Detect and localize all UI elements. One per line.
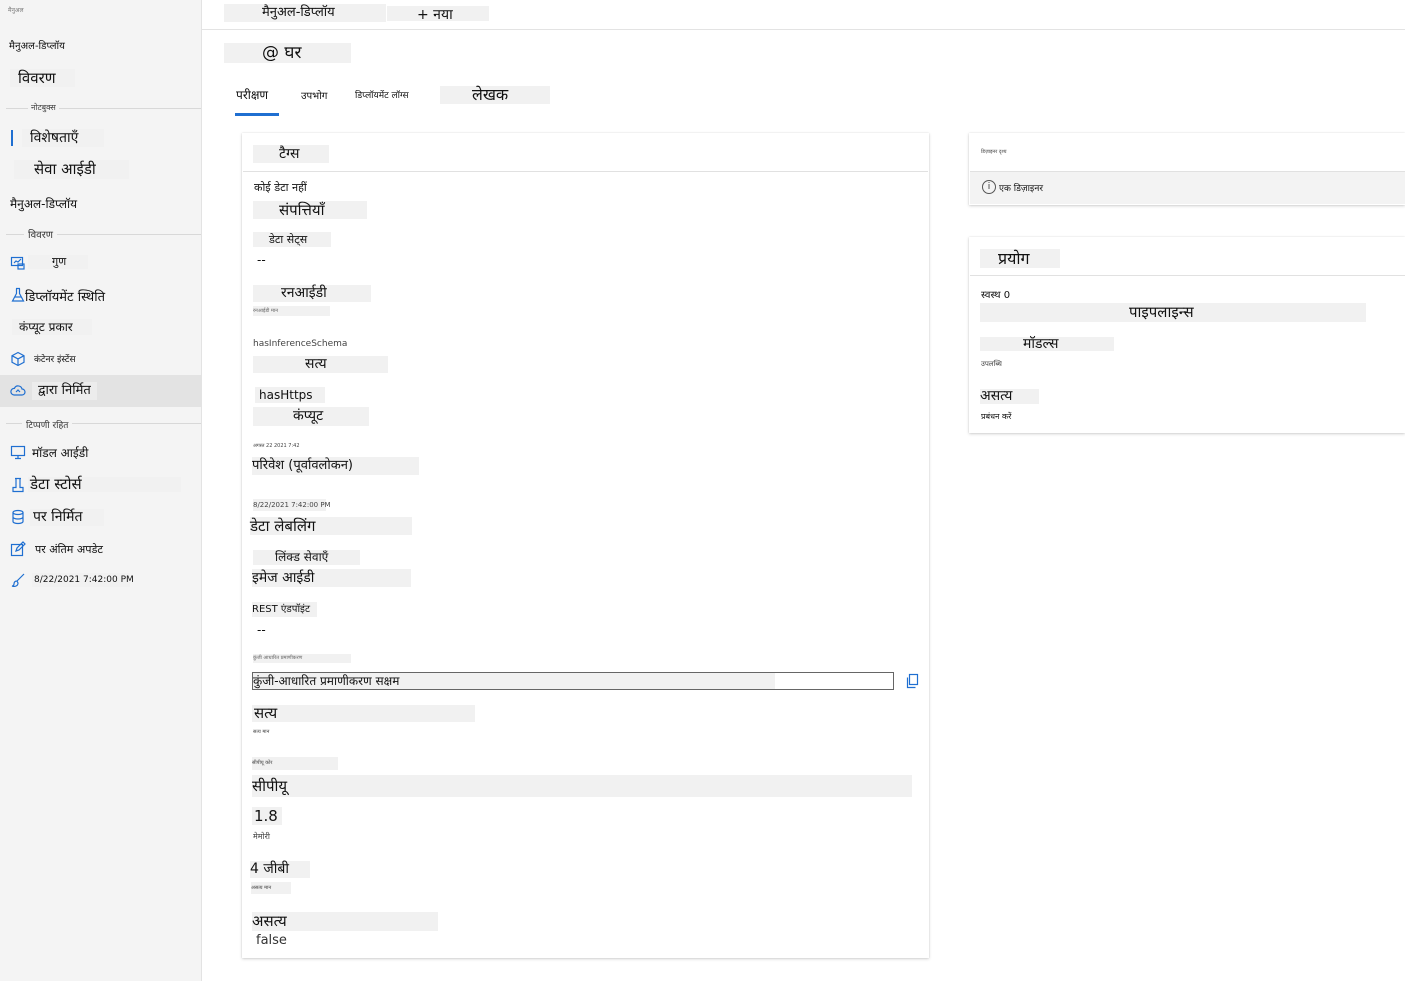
experiment-header: प्रयोग	[980, 249, 1060, 268]
info-icon: i	[982, 180, 996, 194]
datasets-label: डेटा सेट्स	[253, 232, 331, 247]
copy-icon[interactable]	[904, 673, 920, 689]
sidebar-item-created-on[interactable]: पर निर्मित	[30, 509, 104, 526]
sidebar-item-created-by[interactable]: द्वारा निर्मित	[32, 382, 97, 400]
tiny-true: सत्य मान	[253, 729, 270, 735]
card-divider	[243, 171, 928, 172]
runid-label: रनआईडी	[253, 285, 371, 302]
experiment-false-label: असत्य	[980, 389, 1039, 404]
tab-test[interactable]: परीक्षण	[236, 86, 268, 103]
properties-header: संपत्तियाँ	[253, 201, 367, 219]
new-button[interactable]: + नया	[387, 6, 489, 23]
tab-active-underline	[235, 113, 279, 116]
cpu-label: सीपीयू	[252, 775, 912, 797]
sidebar-item-data-stores[interactable]: डेटा स्टोर्स	[28, 477, 181, 492]
page-title: @ घर	[224, 43, 351, 63]
true-value: सत्य	[252, 705, 475, 722]
has-inference-value: सत्य	[253, 356, 388, 373]
experiment-divider	[970, 275, 1405, 276]
sidebar-item-last-update[interactable]: पर अंतिम अपडेट	[35, 542, 103, 557]
tab-deploy-logs[interactable]: डिप्लॉयमेंट लॉग्स	[355, 88, 409, 101]
cube-icon	[10, 351, 26, 367]
datasets-value: --	[257, 253, 266, 267]
sidebar-item-manual-deploy[interactable]: मैनुअल-डिप्लॉय	[10, 195, 77, 212]
edit-icon	[10, 541, 26, 557]
sidebar: मैनुअल मैनुअल-डिप्लॉय विवरण नोटबुक्स विश…	[0, 0, 202, 981]
compute-label: कंप्यूट	[253, 407, 369, 426]
sidebar-title: मैनुअल-डिप्लॉय	[9, 41, 65, 52]
environment-label: परिवेश (पूर्वावलोकन)	[252, 457, 419, 475]
sidebar-item-service-id[interactable]: सेवा आईडी	[14, 160, 129, 179]
manage-link[interactable]: प्रबंधन करें	[981, 411, 1011, 422]
sidebar-section-details[interactable]: विवरण	[10, 69, 75, 87]
cloud-icon	[10, 383, 26, 399]
no-data-text: कोई डेटा नहीं	[254, 181, 307, 194]
image-id: इमेज आईडी	[252, 569, 411, 587]
sidebar-item-features[interactable]: विशेषताएँ	[22, 129, 104, 147]
created-date: 8/22/2021 7:42:00 PM	[253, 499, 331, 511]
memory-label: मेमोरी	[253, 832, 270, 841]
active-indicator	[11, 130, 13, 146]
models-link[interactable]: मॉडल्स	[980, 337, 1114, 351]
sidebar-group-details: विवरण	[24, 227, 58, 241]
sidebar-tiny-header: मैनुअल	[8, 7, 24, 14]
sidebar-item-properties[interactable]: गुण	[28, 255, 88, 269]
linked-services: लिंक्ड सेवाएँ	[253, 550, 360, 565]
tiny-auth-label: कुंजी आधारित प्रमाणीकरण	[253, 654, 351, 663]
details-card	[242, 133, 929, 958]
beaker-icon	[10, 477, 26, 493]
designer-tiny-header: डिज़ाइनर दृश्य	[981, 149, 1007, 155]
tiny-false-label: असत्य मान	[251, 882, 291, 894]
database-icon	[10, 509, 26, 525]
sidebar-active-row	[0, 375, 201, 407]
brush-icon	[10, 572, 26, 588]
chart-icon	[10, 255, 26, 271]
rest-endpoint-label: REST एंडपॉइंट	[252, 602, 317, 617]
data-labeling: डेटा लेबलिंग	[250, 517, 412, 535]
sidebar-item-compute-type[interactable]: कंप्यूट प्रकार	[12, 319, 92, 335]
tab-consume[interactable]: उपभोग	[301, 88, 327, 102]
designer-info-text: एक डिज़ाइनर	[999, 184, 1044, 194]
false-value: false	[256, 933, 287, 948]
tab-author[interactable]: लेखक	[440, 86, 550, 104]
sidebar-item-deploy-status[interactable]: डिप्लॉयमेंट स्थिति	[25, 287, 105, 305]
has-https-label: hasHttps	[255, 387, 325, 403]
sidebar-group-notes: टिप्पणी रहित	[22, 418, 73, 431]
sidebar-item-container-instance[interactable]: कंटेनर इंस्टेंस	[34, 352, 76, 365]
sidebar-item-model-id[interactable]: मॉडल आईडी	[32, 444, 88, 461]
memory-value: 4 जीबी	[250, 861, 310, 878]
key-auth-field[interactable]: कुंजी-आधारित प्रमाणीकरण सक्षम	[252, 672, 894, 690]
experiment-tiny-text: उपलब्धि	[981, 360, 1002, 368]
sidebar-item-timestamp: 8/22/2021 7:42:00 PM	[32, 573, 134, 587]
has-inference-label: hasInferenceSchema	[253, 339, 348, 349]
monitor-icon	[10, 444, 26, 460]
false-label: असत्य	[252, 912, 438, 931]
sidebar-group-notebooks: नोटबुक्स	[28, 102, 59, 113]
breadcrumb[interactable]: मैनुअल-डिप्लॉय	[224, 4, 386, 22]
tiny-cpu-label: सीपीयू कोर	[252, 757, 338, 770]
tags-header: टैग्स	[253, 145, 329, 163]
flask-icon	[10, 287, 26, 303]
rest-endpoint-value: --	[257, 623, 266, 637]
tiny-date: अगस्त 22 2021 7:42	[253, 443, 300, 449]
cpu-value: 1.8	[252, 807, 282, 825]
key-auth-field-value: कुंजी-आधारित प्रमाणीकरण सक्षम	[253, 673, 775, 689]
experiment-status: स्वस्थ 0	[981, 290, 1011, 301]
runid-value: रनआईडी मान	[253, 306, 330, 316]
pipelines-link[interactable]: पाइपलाइन्स	[980, 303, 1366, 322]
